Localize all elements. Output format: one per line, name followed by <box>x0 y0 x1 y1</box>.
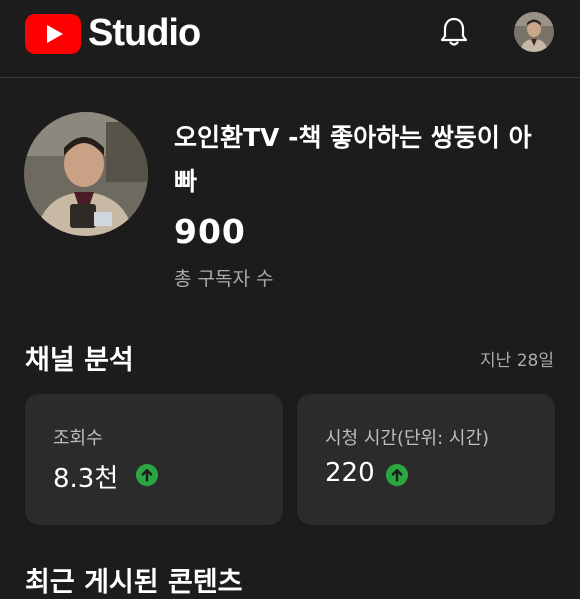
arrow-up-circle-icon <box>386 464 408 486</box>
watch-time-label: 시청 시간(단위: 시간) <box>325 428 490 449</box>
watch-time-card[interactable]: 시청 시간(단위: 시간) 220 <box>297 394 555 525</box>
account-avatar[interactable] <box>514 12 554 52</box>
analytics-period: 지난 28일 <box>480 351 554 371</box>
views-card[interactable]: 조회수 8.3천 <box>25 394 283 525</box>
watch-time-value: 220 <box>325 458 375 488</box>
views-label: 조회수 <box>53 428 103 449</box>
arrow-up-circle-icon <box>136 464 158 486</box>
youtube-play-icon[interactable] <box>25 14 81 54</box>
studio-brand-label: Studio <box>88 12 201 54</box>
subscriber-count: 900 <box>174 212 246 251</box>
channel-name: 오인환TV -책 좋아하는 쌍둥이 아빠 <box>174 123 532 196</box>
channel-avatar[interactable] <box>24 112 148 236</box>
bell-icon[interactable] <box>436 14 472 50</box>
channel-analytics-title: 채널 분석 <box>25 345 134 376</box>
top-app-bar: Studio <box>0 0 580 78</box>
subscriber-label: 총 구독자 수 <box>174 268 274 290</box>
views-value: 8.3천 <box>53 464 119 494</box>
